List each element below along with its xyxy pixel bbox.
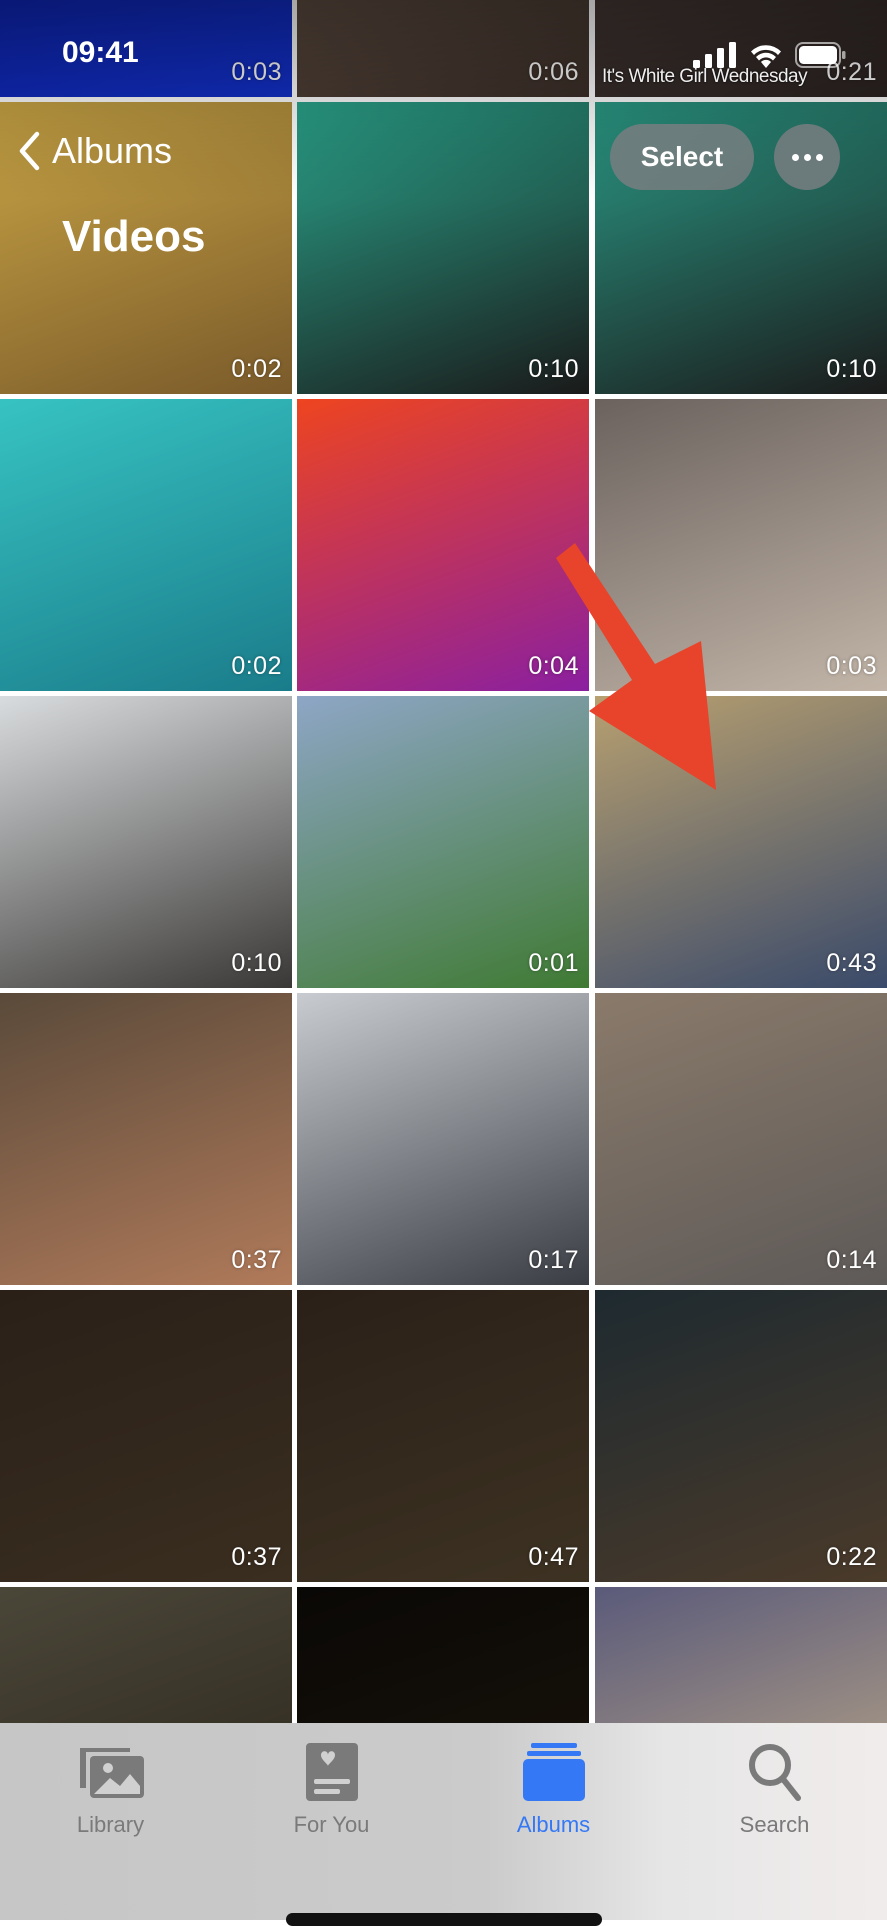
video-thumbnail[interactable]: 0:37 [0,993,292,1285]
page-title: Videos [62,212,206,261]
video-duration: 0:02 [231,355,282,383]
video-thumbnail[interactable]: 0:02 [0,399,292,691]
more-options-button[interactable] [774,124,840,190]
tab-label: For You [293,1812,370,1837]
status-icons [693,42,847,68]
thumbnail-caption: It's White Girl Wednesday [602,66,808,87]
tab-bar: Library For You Albums Search [0,1723,887,1926]
cellular-signal-icon [693,42,736,68]
video-thumbnail[interactable]: 0:03 [595,399,887,691]
battery-icon [795,42,846,68]
video-duration: 0:04 [528,652,579,680]
video-duration: 0:37 [231,1246,282,1274]
albums-icon [522,1743,585,1801]
status-bar: 09:41 It's White Girl Wednesday [0,0,887,100]
tab-label: Albums [516,1812,591,1837]
video-duration: 0:03 [826,652,877,680]
video-thumbnail[interactable]: 0:14 [595,993,887,1285]
video-duration: 0:22 [826,1543,877,1571]
back-label: Albums [52,130,173,171]
video-thumbnail[interactable]: 0:37 [0,1290,292,1582]
tab-label: Library [76,1812,145,1837]
search-icon [748,1744,801,1801]
video-duration: 0:14 [826,1246,877,1274]
tab-search[interactable]: Search [664,1723,885,1843]
photo-library-icon [79,1748,144,1798]
video-thumbnail[interactable]: 0:22 [595,1290,887,1582]
video-duration: 0:43 [826,949,877,977]
video-duration: 0:17 [528,1246,579,1274]
video-thumbnail[interactable]: 0:10 [0,696,292,988]
video-duration: 0:37 [231,1543,282,1571]
tab-library[interactable]: Library [0,1723,221,1843]
video-duration: 0:10 [528,355,579,383]
for-you-icon [305,1743,358,1801]
video-duration: 0:01 [528,949,579,977]
chevron-left-icon [19,131,40,171]
ellipsis-icon-dot [815,153,823,161]
video-duration: 0:02 [231,652,282,680]
tab-albums[interactable]: Albums [443,1723,664,1843]
status-time: 09:41 [62,36,139,69]
video-thumbnail[interactable]: 0:04 [297,399,589,691]
tab-for-you[interactable]: For You [221,1723,442,1843]
video-duration: 0:10 [231,949,282,977]
ellipsis-icon-dot [803,153,811,161]
video-duration: 0:47 [528,1543,579,1571]
video-thumbnail[interactable]: 0:43 [595,696,887,988]
back-to-albums-button[interactable]: Albums [18,130,172,172]
tab-label: Search [739,1812,810,1837]
video-thumbnail[interactable]: 0:47 [297,1290,589,1582]
video-thumbnail[interactable]: 0:17 [297,993,589,1285]
video-duration: 0:10 [826,355,877,383]
select-button[interactable]: Select [610,124,754,190]
ellipsis-icon-dot [791,153,799,161]
video-thumbnail[interactable]: 0:10 [297,102,589,394]
video-thumbnail[interactable]: 0:01 [297,696,589,988]
wifi-icon [751,45,781,68]
